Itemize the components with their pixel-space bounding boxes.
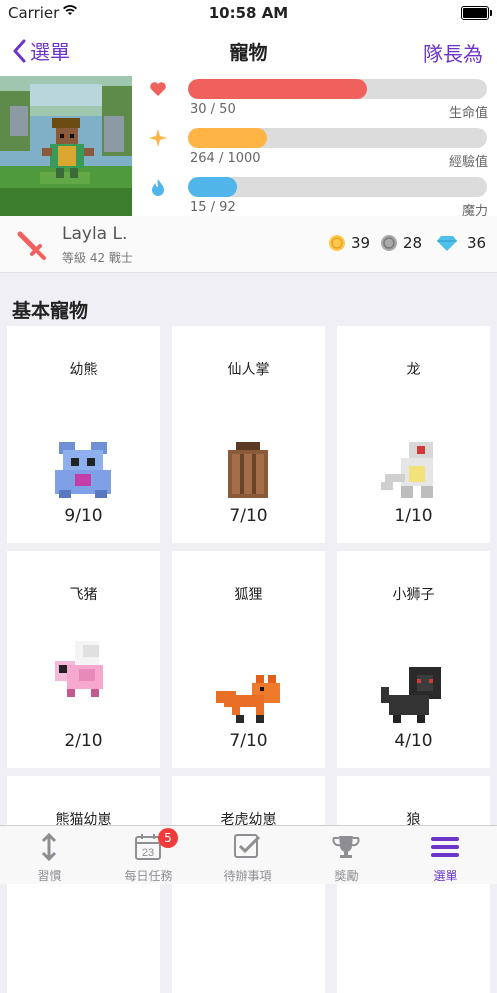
health-bar: 30 / 50 生命值: [148, 76, 488, 126]
gem-counter: 36: [436, 234, 486, 252]
pet-name: 飞猪: [69, 587, 98, 603]
sparkle-icon: [149, 129, 167, 147]
mana-fill: [188, 177, 237, 197]
pet-name: 小狮子: [392, 587, 435, 603]
fox-sprite: [216, 675, 280, 723]
tab-bar: 習慣 23 5 每日任務 待辦事項 獎勵 選單: [0, 825, 497, 884]
tab-habits[interactable]: 習慣: [0, 826, 99, 884]
pet-card[interactable]: 小狮子 4/10: [337, 551, 490, 768]
notification-badge: 5: [158, 828, 178, 848]
pet-count: 7/10: [229, 731, 268, 751]
tab-todos[interactable]: 待辦事項: [198, 826, 297, 884]
tab-label: 每日任務: [124, 869, 173, 883]
mana-value: 15 / 92: [190, 200, 236, 215]
pet-count: 7/10: [229, 506, 268, 526]
party-leader-button[interactable]: 隊長為: [423, 38, 483, 67]
pet-name: 狐狸: [234, 587, 263, 603]
pet-card[interactable]: 幼熊 9/10: [7, 326, 160, 543]
pet-card[interactable]: 熊猫幼崽: [7, 776, 160, 993]
habits-icon: [41, 832, 57, 862]
user-name: Layla L.: [62, 224, 128, 244]
pet-count: 9/10: [64, 506, 103, 526]
gold-value: 39: [351, 234, 371, 252]
pet-count: 1/10: [394, 506, 433, 526]
pet-card[interactable]: 飞猪 2/10: [7, 551, 160, 768]
pet-card[interactable]: 龙 1/10: [337, 326, 490, 543]
lion-cub-sprite: [381, 667, 441, 723]
gold-coin-icon: [329, 235, 345, 251]
hourglass-counter: 28: [380, 234, 422, 252]
user-level: 等級 42 戰士: [62, 251, 133, 265]
navigation-bar: 選單 寵物 隊長為: [0, 26, 497, 74]
flame-icon: [152, 179, 164, 196]
menu-icon: [431, 837, 459, 857]
trophy-icon: [332, 836, 360, 858]
health-label: 生命值: [448, 106, 488, 121]
battery-icon: [461, 6, 492, 20]
pet-count: 4/10: [394, 731, 433, 751]
experience-fill: [188, 128, 267, 148]
gem-icon: [437, 236, 457, 251]
health-fill: [188, 79, 368, 99]
heart-icon: [150, 82, 166, 96]
user-info-bar: Layla L. 等級 42 戰士 39 28 36: [0, 216, 497, 273]
health-value: 30 / 50: [190, 102, 236, 117]
experience-bar: 264 / 1000 經驗值: [148, 125, 488, 175]
tab-rewards[interactable]: 獎勵: [297, 826, 396, 884]
experience-value: 264 / 1000: [190, 151, 261, 166]
hourglass-value: 28: [403, 234, 423, 252]
experience-track: [188, 128, 487, 148]
dragon-sprite: [381, 442, 433, 498]
hourglass-icon: [381, 235, 397, 251]
bear-cub-sprite: [55, 442, 111, 498]
pet-card[interactable]: 狼: [337, 776, 490, 993]
health-track: [188, 79, 487, 99]
tab-label: 待辦事項: [223, 869, 272, 883]
tab-dailies[interactable]: 23 5 每日任務: [99, 826, 198, 884]
pet-name: 幼熊: [69, 362, 98, 378]
calendar-day: 23: [142, 847, 154, 859]
tab-label: 獎勵: [334, 869, 359, 883]
avatar[interactable]: [0, 76, 132, 216]
pet-name: 仙人掌: [227, 362, 270, 378]
pet-card[interactable]: 老虎幼崽: [172, 776, 325, 993]
cactus-sprite: [228, 442, 268, 498]
tab-label: 習慣: [37, 869, 62, 883]
checklist-icon: [234, 834, 261, 858]
gold-counter: 39: [328, 234, 370, 252]
sword-icon: [17, 231, 46, 260]
flying-pig-sprite: [55, 641, 103, 697]
experience-label: 經驗值: [448, 155, 488, 170]
mana-track: [188, 177, 487, 197]
clock: 10:58 AM: [208, 4, 289, 22]
pet-card[interactable]: 仙人掌 7/10: [172, 326, 325, 543]
stats-header: 30 / 50 生命值 264 / 1000 經驗值 15 / 92 魔力: [0, 74, 497, 219]
status-bar: Carrier 10:58 AM: [0, 0, 497, 26]
tab-menu[interactable]: 選單: [396, 826, 495, 884]
gem-value: 36: [467, 234, 487, 252]
tab-label: 選單: [433, 869, 458, 883]
pet-name: 龙: [406, 362, 421, 378]
section-title: 基本寵物: [12, 300, 89, 322]
pet-count: 2/10: [64, 731, 103, 751]
pet-card[interactable]: 狐狸 7/10: [172, 551, 325, 768]
